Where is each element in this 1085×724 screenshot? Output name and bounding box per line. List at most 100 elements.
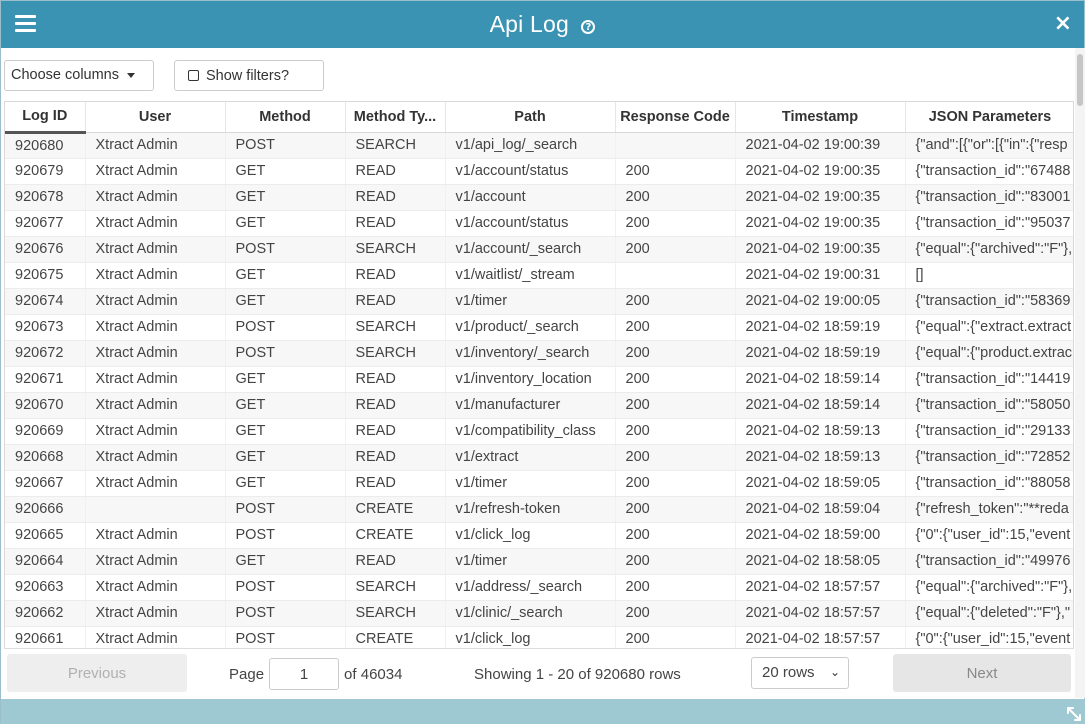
table-row[interactable]: 920665 Xtract Admin POST CREATE v1/click_log… — [5, 522, 1073, 549]
cell-path: v1/inventory_location — [445, 366, 616, 393]
cell-method: GET — [225, 184, 346, 211]
next-button[interactable]: Next — [893, 654, 1071, 692]
table-row[interactable]: 920678 Xtract Admin GET READ v1/account 200 20… — [5, 184, 1073, 211]
table-row[interactable]: 920677 Xtract Admin GET READ v1/account/stat… — [5, 210, 1073, 237]
cell-method-type: READ — [345, 444, 446, 471]
cell-method: POST — [225, 132, 346, 159]
table-row[interactable]: 920669 Xtract Admin GET READ v1/compatibilit… — [5, 418, 1073, 445]
table-row[interactable]: 920673 Xtract Admin POST SEARCH v1/product/_… — [5, 314, 1073, 341]
cell-path: v1/inventory/_search — [445, 340, 616, 367]
table-header-row: Log ID User Method Method Ty... Path Res… — [5, 102, 1073, 134]
cell-timestamp: 2021-04-02 18:59:00 — [735, 522, 906, 549]
cell-json-parameters: {"equal":{"archived":"F"}, — [905, 574, 1073, 601]
cell-timestamp: 2021-04-02 19:00:35 — [735, 236, 906, 263]
help-icon[interactable]: ? — [581, 20, 596, 34]
column-header-path[interactable]: Path — [445, 102, 616, 133]
column-header-log-id[interactable]: Log ID — [5, 102, 86, 134]
resize-icon[interactable] — [1066, 706, 1082, 722]
column-header-json-parameters[interactable]: JSON Parameters — [905, 102, 1073, 133]
cell-log-id: 920672 — [5, 340, 86, 367]
cell-user: Xtract Admin — [85, 522, 226, 549]
table-row[interactable]: 920675 Xtract Admin GET READ v1/waitlist/_st… — [5, 262, 1073, 289]
table-row[interactable]: 920671 Xtract Admin GET READ v1/inventory_lo… — [5, 366, 1073, 393]
cell-method: GET — [225, 418, 346, 445]
cell-method-type: READ — [345, 210, 446, 237]
cell-user: Xtract Admin — [85, 210, 226, 237]
cell-timestamp: 2021-04-02 18:59:14 — [735, 366, 906, 393]
cell-path: v1/timer — [445, 288, 616, 315]
cell-json-parameters: {"0":{"user_id":15,"event — [905, 522, 1073, 549]
cell-json-parameters: {"transaction_id":"58050 — [905, 392, 1073, 419]
cell-timestamp: 2021-04-02 19:00:35 — [735, 184, 906, 211]
cell-method-type: CREATE — [345, 522, 446, 549]
column-header-method-type[interactable]: Method Ty... — [345, 102, 446, 133]
cell-response-code: 200 — [615, 496, 736, 523]
table-row[interactable]: 920670 Xtract Admin GET READ v1/manufacturer… — [5, 392, 1073, 419]
cell-method: POST — [225, 236, 346, 263]
title-bar: Api Log ? × — [1, 1, 1084, 48]
rows-per-page-value: 20 rows — [762, 664, 815, 681]
cell-method-type: READ — [345, 158, 446, 185]
page-total-label: of 46034 — [344, 665, 403, 683]
cell-method-type: READ — [345, 470, 446, 497]
cell-method: POST — [225, 314, 346, 341]
table-row[interactable]: 920676 Xtract Admin POST SEARCH v1/account/_… — [5, 236, 1073, 263]
table-row[interactable]: 920674 Xtract Admin GET READ v1/timer 200 2021… — [5, 288, 1073, 315]
cell-json-parameters: {"and":[{"or":[{"in":{"resp — [905, 132, 1073, 159]
table-row[interactable]: 920672 Xtract Admin POST SEARCH v1/inventory… — [5, 340, 1073, 367]
column-header-timestamp[interactable]: Timestamp — [735, 102, 906, 133]
table-row[interactable]: 920668 Xtract Admin GET READ v1/extract 200 20… — [5, 444, 1073, 471]
table-row[interactable]: 920663 Xtract Admin POST SEARCH v1/address/_… — [5, 574, 1073, 601]
rows-per-page-select[interactable]: 20 rows ⌄ — [751, 657, 849, 689]
cell-user: Xtract Admin — [85, 600, 226, 627]
table-row[interactable]: 920662 Xtract Admin POST SEARCH v1/clinic/_s… — [5, 600, 1073, 627]
table-row[interactable]: 920666 POST CREATE v1/refresh-token 200 2021-… — [5, 496, 1073, 523]
cell-method-type: READ — [345, 262, 446, 289]
page-number-input[interactable] — [269, 658, 340, 690]
cell-timestamp: 2021-04-02 18:57:57 — [735, 600, 906, 627]
table-row[interactable]: 920680 Xtract Admin POST SEARCH v1/api_log/_… — [5, 132, 1073, 159]
column-header-response-code[interactable]: Response Code — [615, 102, 736, 133]
cell-user: Xtract Admin — [85, 132, 226, 159]
cell-method-type: CREATE — [345, 496, 446, 523]
table-row[interactable]: 920664 Xtract Admin GET READ v1/timer 200 2021… — [5, 548, 1073, 575]
column-header-user[interactable]: User — [85, 102, 226, 133]
cell-path: v1/waitlist/_stream — [445, 262, 616, 289]
cell-method-type: READ — [345, 288, 446, 315]
choose-columns-dropdown[interactable]: Choose columns — [4, 60, 154, 91]
cell-log-id: 920662 — [5, 600, 86, 627]
cell-json-parameters: {"equal":{"product.extrac — [905, 340, 1073, 367]
cell-path: v1/account — [445, 184, 616, 211]
table-row[interactable]: 920667 Xtract Admin GET READ v1/timer 200 2021… — [5, 470, 1073, 497]
table-row[interactable]: 920679 Xtract Admin GET READ v1/account/stat… — [5, 158, 1073, 185]
cell-json-parameters: {"refresh_token":"**reda — [905, 496, 1073, 523]
cell-method: POST — [225, 574, 346, 601]
previous-button[interactable]: Previous — [7, 654, 187, 692]
cell-response-code: 200 — [615, 184, 736, 211]
cell-log-id: 920664 — [5, 548, 86, 575]
column-header-method[interactable]: Method — [225, 102, 346, 133]
cell-method-type: READ — [345, 184, 446, 211]
cell-log-id: 920680 — [5, 132, 86, 159]
cell-response-code: 200 — [615, 366, 736, 393]
cell-response-code: 200 — [615, 158, 736, 185]
cell-timestamp: 2021-04-02 18:59:19 — [735, 340, 906, 367]
show-filters-checkbox[interactable] — [188, 70, 199, 81]
cell-user: Xtract Admin — [85, 340, 226, 367]
cell-path: v1/timer — [445, 548, 616, 575]
cell-timestamp: 2021-04-02 18:58:05 — [735, 548, 906, 575]
close-icon[interactable]: × — [1054, 12, 1072, 36]
cell-user: Xtract Admin — [85, 288, 226, 315]
cell-json-parameters: [] — [905, 262, 1073, 289]
cell-method-type: SEARCH — [345, 132, 446, 159]
scrollbar-thumb[interactable] — [1077, 54, 1083, 106]
show-filters-toggle[interactable]: Show filters? — [174, 60, 324, 91]
cell-user: Xtract Admin — [85, 158, 226, 185]
cell-method: POST — [225, 600, 346, 627]
vertical-scrollbar[interactable] — [1075, 48, 1085, 698]
cell-timestamp: 2021-04-02 18:59:04 — [735, 496, 906, 523]
cell-log-id: 920671 — [5, 366, 86, 393]
select-arrows-icon: ⌄ — [829, 665, 840, 679]
cell-json-parameters: {"transaction_id":"58369 — [905, 288, 1073, 315]
api-log-table: Log ID User Method Method Ty... Path Res… — [4, 101, 1074, 696]
